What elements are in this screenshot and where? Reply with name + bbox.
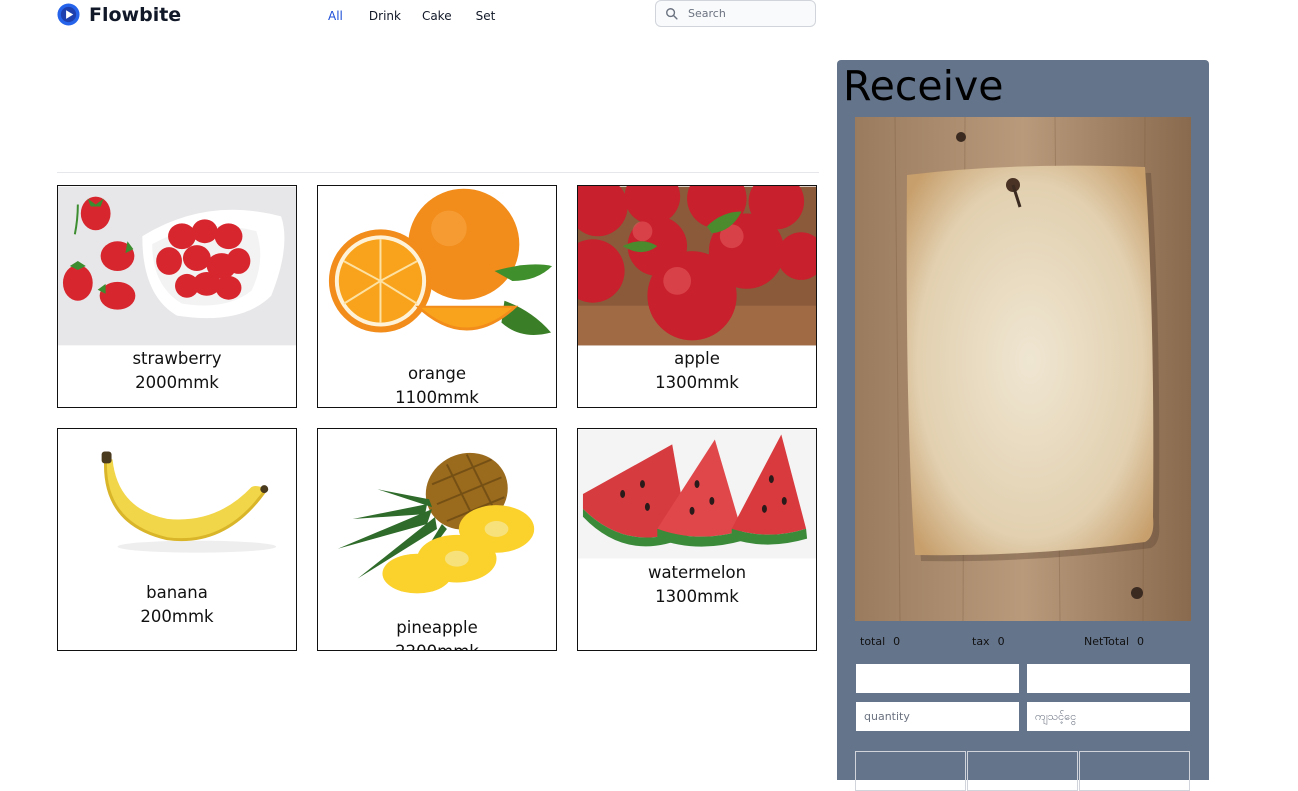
nav-all[interactable]: All [328,9,343,23]
strawberry-image [58,186,296,346]
divider [57,172,819,173]
search-box[interactable] [655,0,816,27]
total-display: total 0 [860,635,900,648]
net-total-value: 0 [1137,635,1144,648]
total-label: total [860,635,886,648]
receipt-paper-image [855,117,1191,621]
brand-logo[interactable]: Flowbite [57,3,181,26]
product-price: 1300mmk [655,587,739,606]
receive-title: Receive [843,62,1004,110]
tax-display: tax 0 [972,635,1005,648]
tax-label: tax [972,635,990,648]
quantity-field[interactable] [856,702,1019,731]
banana-image [58,429,296,579]
product-card-watermelon[interactable]: watermelon 1300mmk [577,428,817,651]
tax-value: 0 [997,635,1005,648]
action-button-2[interactable] [967,751,1078,791]
price-field[interactable] [1027,664,1190,693]
product-card-banana[interactable]: banana 200mmk [57,428,297,651]
orange-image [318,186,556,361]
product-name: orange [407,364,467,383]
action-button-1[interactable] [855,751,966,791]
product-card-pineapple[interactable]: pineapple 2200mmk [317,428,557,651]
product-name: strawberry [132,349,222,368]
product-price: 200mmk [140,607,214,626]
pineapple-image [318,429,556,614]
product-name: apple [674,349,720,368]
search-icon [666,7,678,20]
nav-set[interactable]: Set [476,9,496,23]
product-name: pineapple [396,618,478,637]
nav-cake[interactable]: Cake [422,9,452,23]
product-price: 1300mmk [655,373,739,392]
category-nav: All Drink Cake Set [328,9,495,23]
search-input[interactable] [686,6,810,21]
item-field[interactable] [856,664,1019,693]
apple-image [578,186,816,346]
product-card-strawberry[interactable]: strawberry 2000mmk [57,185,297,408]
net-total-display: NetTotal 0 [1084,635,1144,648]
product-name: watermelon [647,563,747,582]
product-card-apple[interactable]: apple 1300mmk [577,185,817,408]
play-logo-icon [57,3,80,26]
payment-field[interactable] [1027,702,1190,731]
product-price: 2000mmk [135,373,219,392]
nav-drink[interactable]: Drink [369,9,401,23]
product-price: 2200mmk [318,642,556,650]
product-name: banana [146,583,208,602]
net-total-label: NetTotal [1084,635,1129,648]
brand-name: Flowbite [89,3,182,26]
product-price: 1100mmk [395,388,479,407]
receive-panel: Receive total 0 tax 0 NetTotal 0 [837,60,1209,791]
product-card-orange[interactable]: orange 1100mmk [317,185,557,408]
watermelon-image [578,429,816,559]
action-button-3[interactable] [1079,751,1190,791]
total-value: 0 [893,635,901,648]
